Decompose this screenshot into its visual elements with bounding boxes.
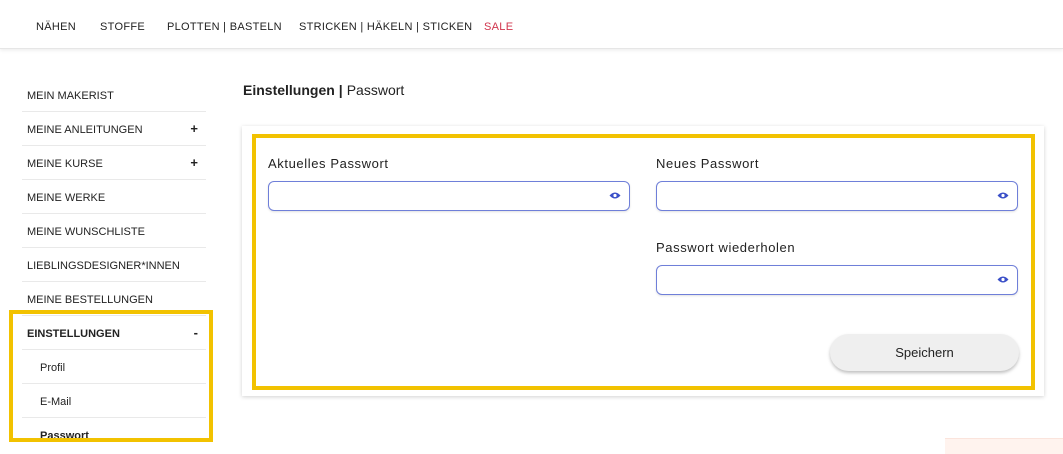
sidebar-item-label: MEINE ANLEITUNGEN (27, 124, 143, 136)
expand-plus-icon[interactable]: + (190, 155, 198, 170)
current-password-input[interactable] (277, 186, 601, 208)
breadcrumb-current-page: Passwort (346, 82, 405, 98)
sidebar-item-meine-anleitungen[interactable]: MEINE ANLEITUNGEN + (22, 112, 206, 146)
nav-plotten-basteln[interactable]: PLOTTEN | BASTELN (167, 21, 282, 33)
sidebar-item-label: MEIN MAKERIST (27, 90, 114, 102)
sidebar-subitem-profil[interactable]: Profil (22, 350, 206, 384)
new-password-input[interactable] (665, 186, 989, 208)
sidebar-item-label: MEINE WERKE (27, 192, 106, 204)
sidebar-item-label: LIEBLINGSDESIGNER*INNEN (27, 260, 180, 272)
expand-plus-icon[interactable]: + (190, 121, 198, 136)
eye-icon[interactable] (997, 191, 1009, 200)
breadcrumb-separator: | (338, 82, 343, 98)
repeat-password-label: Passwort wiederholen (656, 240, 796, 255)
sidebar-item-label: MEINE WUNSCHLISTE (27, 226, 145, 238)
sidebar-subitem-passwort[interactable]: Passwort (22, 418, 206, 451)
sidebar-item-einstellungen[interactable]: EINSTELLUNGEN - (22, 316, 206, 350)
save-button[interactable]: Speichern (830, 334, 1019, 371)
account-sidebar: MEIN MAKERIST MEINE ANLEITUNGEN + MEINE … (22, 78, 206, 451)
corner-decoration (945, 438, 1063, 454)
sidebar-item-label: MEINE KURSE (27, 158, 103, 170)
eye-icon[interactable] (997, 275, 1009, 284)
breadcrumb-section[interactable]: Einstellungen (243, 82, 335, 98)
nav-stricken-haekeln-sticken[interactable]: STRICKEN | HÄKELN | STICKEN (299, 21, 472, 33)
nav-sale[interactable]: SALE (484, 21, 513, 33)
nav-stoffe[interactable]: STOFFE (100, 21, 145, 33)
eye-icon[interactable] (609, 191, 621, 200)
sidebar-item-meine-kurse[interactable]: MEINE KURSE + (22, 146, 206, 180)
repeat-password-input[interactable] (665, 270, 989, 292)
sidebar-subitem-label: Profil (40, 362, 66, 374)
collapse-minus-icon[interactable]: - (194, 325, 198, 340)
sidebar-item-label: EINSTELLUNGEN (27, 328, 120, 340)
current-password-field[interactable] (268, 181, 630, 211)
breadcrumb: Einstellungen | Passwort (243, 82, 404, 98)
sidebar-subitem-email[interactable]: E-Mail (22, 384, 206, 418)
sidebar-subitem-label: E-Mail (40, 396, 72, 408)
top-navigation: NÄHEN STOFFE PLOTTEN | BASTELN STRICKEN … (0, 0, 1063, 49)
sidebar-item-meine-wunschliste[interactable]: MEINE WUNSCHLISTE (22, 214, 206, 248)
sidebar-item-mein-makerist[interactable]: MEIN MAKERIST (22, 78, 206, 112)
current-password-label: Aktuelles Passwort (268, 156, 389, 171)
sidebar-item-lieblingsdesigner[interactable]: LIEBLINGSDESIGNER*INNEN (22, 248, 206, 282)
new-password-label: Neues Passwort (656, 156, 760, 171)
new-password-field[interactable] (656, 181, 1018, 211)
sidebar-item-label: MEINE BESTELLUNGEN (27, 294, 153, 306)
repeat-password-field[interactable] (656, 265, 1018, 295)
sidebar-subitem-label: Passwort (40, 430, 89, 442)
nav-naehen[interactable]: NÄHEN (36, 21, 76, 33)
sidebar-item-meine-bestellungen[interactable]: MEINE BESTELLUNGEN (22, 282, 206, 316)
sidebar-item-meine-werke[interactable]: MEINE WERKE (22, 180, 206, 214)
